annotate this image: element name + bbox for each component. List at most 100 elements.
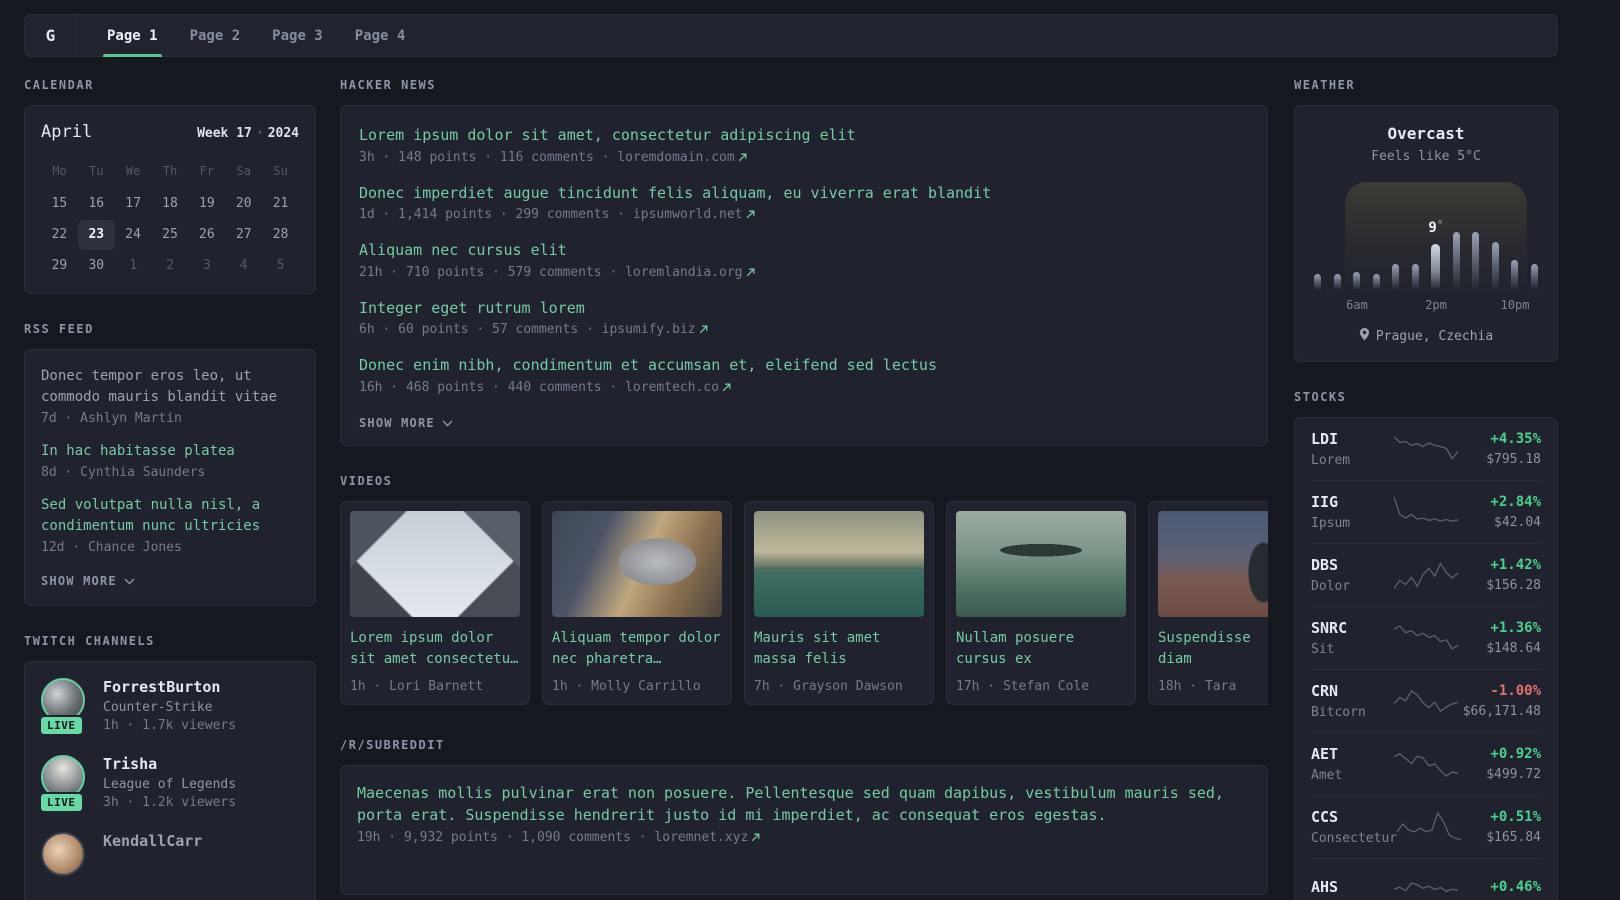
hn-item-title[interactable]: Donec imperdiet augue tincidunt felis al… <box>359 182 1249 205</box>
external-link-icon[interactable] <box>748 830 760 845</box>
video-card[interactable]: Mauris sit amet massa felis 7h · Grayson… <box>744 500 934 705</box>
twitch-channel[interactable]: KendallCarr <box>41 832 299 890</box>
hn-show-more-button[interactable]: SHOW MORE <box>359 416 453 430</box>
calendar-day[interactable]: 24 <box>115 220 152 250</box>
stock-symbol: AHS <box>1311 877 1339 896</box>
stock-row[interactable]: CRN Bitcorn -1.00% $66,171.48 <box>1311 670 1541 733</box>
reddit-post-title[interactable]: Maecenas mollis pulvinar erat non posuer… <box>357 782 1251 827</box>
channel-game[interactable]: Counter-Strike <box>103 700 236 715</box>
channel-avatar-image <box>41 832 85 876</box>
channel-name[interactable]: ForrestBurton <box>103 678 236 696</box>
hn-item-title[interactable]: Aliquam nec cursus elit <box>359 239 1249 262</box>
tab-page-4[interactable]: Page 4 <box>343 15 418 56</box>
video-title[interactable]: Nullam posuere cursus ex <box>956 628 1126 670</box>
stock-row[interactable]: AHS +0.46% <box>1311 859 1541 900</box>
video-thumbnail[interactable] <box>552 510 722 617</box>
channel-meta: 1h · 1.7k viewers <box>103 718 237 733</box>
hackernews-section-title: HACKER NEWS <box>340 78 436 92</box>
calendar-day[interactable]: 29 <box>41 251 78 281</box>
rss-item-title[interactable]: In hac habitasse platea <box>41 441 299 462</box>
rss-show-more-button[interactable]: SHOW MORE <box>41 574 135 588</box>
rss-item: Donec tempor eros leo, ut commodo mauris… <box>41 366 299 426</box>
twitch-channel[interactable]: LIVE ForrestBurton Counter-Strike 1h · 1… <box>39 678 299 736</box>
stock-sparkline <box>1394 557 1458 593</box>
tab-page-3[interactable]: Page 3 <box>260 15 335 56</box>
video-title[interactable]: Mauris sit amet massa felis <box>754 628 924 670</box>
calendar-day[interactable]: 15 <box>41 189 78 219</box>
stock-row[interactable]: DBS Dolor +1.42% $156.28 <box>1311 544 1541 607</box>
video-card[interactable]: Lorem ipsum dolor sit amet consectetu… 1… <box>340 500 530 705</box>
video-thumbnail[interactable] <box>1158 510 1268 617</box>
stock-change-pct: +1.42% <box>1490 557 1541 573</box>
hn-item-title[interactable]: Integer eget rutrum lorem <box>359 297 1249 320</box>
video-card[interactable]: Suspendisse diam 18h · Tara <box>1148 500 1268 705</box>
calendar-day[interactable]: 17 <box>115 189 152 219</box>
stock-row[interactable]: CCS Consectetur +0.51% $165.84 <box>1311 796 1541 859</box>
reddit-post-meta: 19h · 9,932 points · 1,090 comments · lo… <box>357 830 1251 845</box>
calendar-day[interactable]: 22 <box>41 220 78 250</box>
rss-item-meta: 12d · Chance Jones <box>41 540 182 555</box>
hn-item-title[interactable]: Lorem ipsum dolor sit amet, consectetur … <box>359 124 1249 147</box>
channel-game[interactable]: League of Legends <box>103 777 236 792</box>
external-link-icon[interactable] <box>743 207 755 222</box>
hn-item-title[interactable]: Donec enim nibh, condimentum et accumsan… <box>359 354 1249 377</box>
video-card[interactable]: Nullam posuere cursus ex 17h · Stefan Co… <box>946 500 1136 705</box>
rss-item-title[interactable]: Donec tempor eros leo, ut commodo mauris… <box>41 366 299 408</box>
calendar-day[interactable]: 16 <box>78 189 115 219</box>
external-link-icon[interactable] <box>719 380 731 395</box>
twitch-channel[interactable]: LIVE Trisha League of Legends 3h · 1.2k … <box>39 755 299 813</box>
calendar-day-next-month[interactable]: 5 <box>262 251 299 281</box>
video-title[interactable]: Suspendisse diam <box>1158 628 1268 670</box>
stock-row[interactable]: IIG Ipsum +2.84% $42.04 <box>1311 481 1541 544</box>
stock-row[interactable]: LDI Lorem +4.35% $795.18 <box>1311 418 1541 481</box>
external-link-icon[interactable] <box>743 265 755 280</box>
weather-feels-like: Feels like 5°C <box>1371 149 1481 164</box>
calendar-day-next-month[interactable]: 2 <box>152 251 189 281</box>
app-logo[interactable]: G <box>25 15 77 56</box>
weekday-label: Sa <box>236 164 251 178</box>
weather-hour-bar <box>1314 274 1321 290</box>
avatar <box>41 832 87 890</box>
calendar-day-selected[interactable]: 23 <box>77 220 115 250</box>
stock-sparkline <box>1394 683 1458 719</box>
videos-section-title: VIDEOS <box>340 473 393 488</box>
calendar-day[interactable]: 26 <box>188 220 225 250</box>
calendar-day[interactable]: 19 <box>188 189 225 219</box>
calendar-day-next-month[interactable]: 4 <box>225 251 262 281</box>
stock-sparkline <box>1397 809 1461 845</box>
stock-change-pct: +4.35% <box>1490 431 1541 447</box>
calendar-day[interactable]: 28 <box>262 220 299 250</box>
stock-change-pct: -1.00% <box>1490 683 1541 699</box>
weather-location[interactable]: Prague, Czechia <box>1313 328 1539 345</box>
tab-page-1[interactable]: Page 1 <box>95 15 170 57</box>
calendar-day[interactable]: 30 <box>78 251 115 281</box>
video-thumbnail[interactable] <box>754 510 924 617</box>
rss-item: In hac habitasse platea 8d · Cynthia Sau… <box>41 441 299 480</box>
external-link-icon[interactable] <box>696 322 708 337</box>
rss-item-title[interactable]: Sed volutpat nulla nisl, a condimentum n… <box>41 495 299 537</box>
calendar-day[interactable]: 20 <box>225 189 262 219</box>
channel-name[interactable]: Trisha <box>103 755 236 773</box>
stock-row[interactable]: SNRC Sit +1.36% $148.64 <box>1311 607 1541 670</box>
video-card[interactable]: Aliquam tempor dolor nec pharetra… 1h · … <box>542 500 732 705</box>
reddit-post: Maecenas mollis pulvinar erat non posuer… <box>357 782 1251 845</box>
calendar-day[interactable]: 25 <box>152 220 189 250</box>
stock-row[interactable]: AET Amet +0.92% $499.72 <box>1311 733 1541 796</box>
calendar-day[interactable]: 21 <box>262 189 299 219</box>
video-thumbnail[interactable] <box>350 510 520 617</box>
subreddit-section-title: /R/SUBREDDIT <box>340 737 445 752</box>
calendar-day-next-month[interactable]: 3 <box>188 251 225 281</box>
calendar-day[interactable]: 27 <box>225 220 262 250</box>
channel-name[interactable]: KendallCarr <box>103 832 202 850</box>
tab-page-2[interactable]: Page 2 <box>178 15 253 56</box>
video-title[interactable]: Lorem ipsum dolor sit amet consectetu… <box>350 628 520 670</box>
calendar-day-next-month[interactable]: 1 <box>115 251 152 281</box>
video-thumbnail[interactable] <box>956 510 1126 617</box>
weekday-label: Tu <box>89 164 104 178</box>
external-link-icon[interactable] <box>735 150 747 165</box>
left-column: CALENDAR April Week 17 · 2024 Mo Tu We Th … <box>24 78 316 900</box>
calendar-day[interactable]: 18 <box>152 189 189 219</box>
video-title[interactable]: Aliquam tempor dolor nec pharetra… <box>552 628 722 670</box>
hn-item: Lorem ipsum dolor sit amet, consectetur … <box>359 124 1249 165</box>
stock-name: Bitcorn <box>1311 705 1366 720</box>
